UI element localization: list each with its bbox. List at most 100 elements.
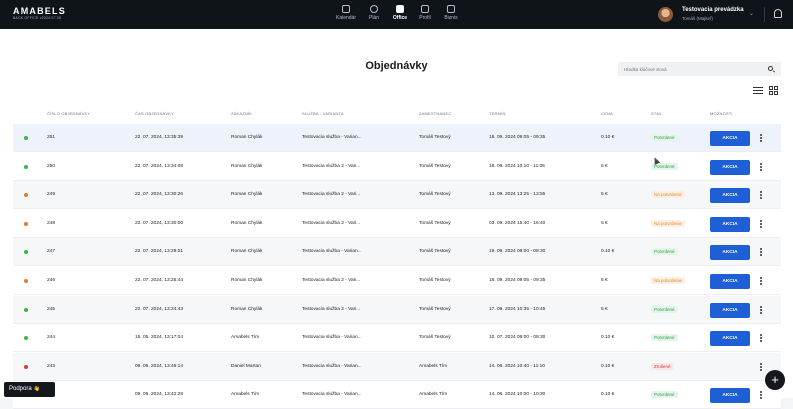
- table-row[interactable]: 247 22. 07. 2024, 13:29:01 Roman Chylák Tes…: [13, 238, 781, 267]
- more-options-icon[interactable]: [760, 362, 763, 371]
- cell-employee: Tomáš Testový: [419, 135, 451, 140]
- status-badge: Potvrdené: [651, 248, 678, 256]
- more-options-icon[interactable]: [760, 134, 763, 142]
- cell-term: 19. 09. 2024 08:00 - 08:30: [489, 249, 546, 255]
- nav-item-business[interactable]: Biznis: [439, 4, 463, 26]
- cell-service: Testovacia služba 2 - Vari...: [302, 163, 361, 169]
- nav-item-plan[interactable]: Plán: [362, 4, 386, 26]
- cell-order-time: 15. 05. 2024, 13:17:04: [135, 335, 184, 341]
- action-button[interactable]: AKCIA: [710, 188, 750, 204]
- more-options-icon[interactable]: [760, 305, 763, 314]
- status-dot: [24, 279, 28, 283]
- header-status: STAV: [651, 111, 662, 116]
- action-button[interactable]: AKCIA: [710, 302, 750, 318]
- status-badge: Na potvrdenie: [651, 277, 686, 284]
- nav-label: Profil: [419, 15, 431, 21]
- add-button[interactable]: +: [765, 370, 785, 390]
- support-label: Podpora: [9, 386, 32, 392]
- status-badge: Potvrdené: [651, 305, 678, 313]
- nav-item-profile[interactable]: Profil: [413, 4, 437, 26]
- table-row[interactable]: 243 09. 05. 2024, 13:46:14 Daniel Martan Te…: [13, 352, 781, 381]
- action-button[interactable]: AKCIA: [710, 331, 750, 347]
- action-button[interactable]: AKCIA: [710, 274, 750, 289]
- cell-service: Testovacia služba - Varian...: [302, 392, 362, 398]
- cell-service: Testovacia služba - Varian...: [302, 363, 362, 369]
- header-order-number[interactable]: ČÍSLO OBJEDNÁVKY: [47, 111, 90, 116]
- cell-order-number: 243: [47, 363, 56, 369]
- table-row[interactable]: 245 22. 07. 2024, 13:24:43 Roman Chylák Tes…: [13, 295, 781, 324]
- cell-order-number: 251: [47, 135, 56, 140]
- nav-item-office[interactable]: Office: [387, 4, 413, 26]
- divider: [764, 7, 765, 22]
- status-badge: Na potvrdenie: [651, 219, 686, 227]
- more-options-icon[interactable]: [760, 162, 763, 171]
- more-options-icon[interactable]: [760, 277, 763, 285]
- cell-order-time: 22. 07. 2024, 13:29:01: [135, 249, 184, 255]
- table-row[interactable]: 244 15. 05. 2024, 13:17:04 Amabels Tím Test…: [13, 324, 781, 353]
- action-button[interactable]: AKCIA: [710, 216, 750, 232]
- header-customer: ZÁKAZNÍK: [231, 111, 253, 116]
- action-button[interactable]: AKCIA: [710, 388, 750, 404]
- briefcase-icon: [447, 5, 455, 13]
- header-employee: ZAMESTNANEC: [419, 111, 452, 116]
- top-bar: AMABELS BACK OFFICE v2024.07.08 Kalendár…: [0, 0, 793, 29]
- table-row[interactable]: 24209. 05. 2024, 13:42:28Amabels TímTest…: [13, 381, 781, 409]
- cell-order-time: 22. 07. 2024, 13:34:08: [135, 163, 184, 169]
- bell-icon[interactable]: [774, 9, 782, 18]
- table-row[interactable]: 251 22. 07. 2024, 13:35:39 Roman Chylák Tes…: [13, 124, 781, 152]
- cell-service: Testovacia služba 2 - Vari...: [302, 192, 361, 198]
- table-row[interactable]: 249 22. 07. 2024, 13:30:26 Roman Chylák Tes…: [13, 181, 781, 210]
- grid-view-icon[interactable]: [769, 86, 778, 95]
- cell-order-number: 247: [47, 249, 56, 255]
- more-options-icon[interactable]: [760, 391, 763, 400]
- table-row[interactable]: 246 22. 07. 2024, 13:25:44 Roman Chylák Tes…: [13, 267, 781, 295]
- header-order-time[interactable]: ČAS OBJEDNÁVKY: [135, 111, 174, 116]
- cell-term: 13. 09. 2024 13:25 - 13:55: [489, 192, 546, 198]
- brand-subtitle: BACK OFFICE v2024.07.08: [13, 16, 62, 20]
- cell-service: Testovacia služba 2 - Vari...: [302, 278, 361, 283]
- action-button[interactable]: AKCIA: [710, 159, 750, 175]
- cell-order-number: 245: [47, 306, 56, 312]
- more-options-icon[interactable]: [760, 334, 763, 343]
- status-dot: [24, 307, 28, 312]
- more-options-icon[interactable]: [760, 191, 763, 200]
- nav-item-calendar[interactable]: Kalendár: [334, 4, 358, 26]
- cell-price: 5 €: [601, 163, 608, 169]
- cell-customer: Roman Chylák: [231, 278, 263, 283]
- table-row[interactable]: 248 22. 07. 2024, 13:30:00 Roman Chylák Tes…: [13, 209, 781, 238]
- more-options-icon[interactable]: [760, 219, 763, 228]
- cell-order-number: 248: [47, 220, 56, 226]
- brand-logo[interactable]: AMABELS BACK OFFICE v2024.07.08: [13, 7, 66, 21]
- cell-customer: Amabels Tím: [231, 335, 260, 341]
- nav-label: Office: [392, 15, 408, 21]
- cell-customer: Roman Chylák: [231, 249, 263, 255]
- header-options: MOŽNOSTI: [710, 111, 733, 116]
- cell-employee: Tomáš Testový: [419, 278, 451, 283]
- cell-employee: Amabels Tím: [419, 363, 448, 369]
- cell-service: Testovacia služba 2 - Vari...: [302, 306, 361, 312]
- nav-label: Plán: [368, 15, 379, 21]
- search-input[interactable]: [624, 64, 764, 74]
- cell-order-time: 22. 07. 2024, 13:24:43: [135, 306, 184, 312]
- action-button[interactable]: AKCIA: [710, 131, 750, 146]
- clock-icon: [370, 5, 378, 13]
- header-term: TERMÍN: [489, 111, 506, 116]
- status-dot: [24, 193, 28, 198]
- search-icon[interactable]: [768, 66, 773, 71]
- status-dot: [24, 336, 28, 341]
- search-box[interactable]: [618, 62, 781, 76]
- status-dot: [24, 364, 28, 369]
- header-service: SLUŽBA - VARIANTA: [302, 111, 344, 116]
- support-button[interactable]: Podpora 👋: [4, 382, 55, 397]
- more-options-icon[interactable]: [760, 248, 763, 257]
- action-button[interactable]: AKCIA: [710, 245, 750, 261]
- table-row[interactable]: 250 22. 07. 2024, 13:34:08 Roman Chylák Tes…: [13, 152, 781, 181]
- cell-employee: Amabels Tím: [419, 392, 448, 398]
- avatar[interactable]: [658, 7, 673, 22]
- user-name[interactable]: Testovacia prevádzka: [682, 7, 744, 13]
- cell-order-number: 250: [47, 163, 56, 169]
- list-view-icon[interactable]: [753, 86, 763, 95]
- cell-price: 0.10 €: [601, 392, 615, 398]
- cell-employee: Tomáš Testový: [419, 163, 451, 169]
- chevron-down-icon[interactable]: ⌄: [749, 10, 754, 17]
